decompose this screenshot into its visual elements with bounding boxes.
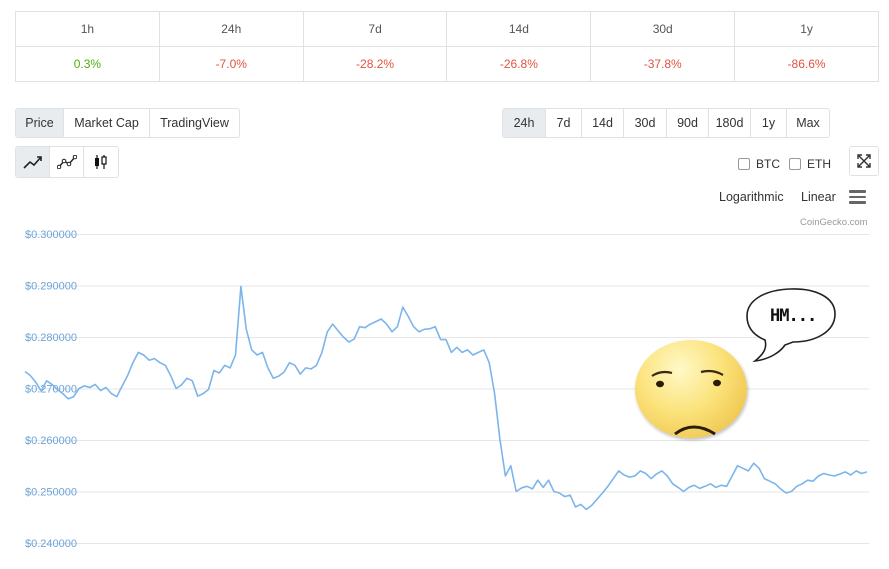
candlestick-icon — [95, 155, 107, 169]
compare-btc-label: BTC — [756, 157, 780, 171]
change-7d: -28.2% — [302, 46, 448, 82]
range-180d[interactable]: 180d — [709, 109, 751, 137]
y-tick-label: $0.290000 — [25, 281, 77, 293]
y-tick-label: $0.300000 — [25, 229, 77, 241]
logarithmic-scale-button[interactable]: Logarithmic — [719, 190, 784, 204]
period-24h: 24h — [158, 11, 304, 47]
range-14d[interactable]: 14d — [582, 109, 624, 137]
tab-market-cap[interactable]: Market Cap — [64, 109, 150, 137]
performance-header-row: 1h 24h 7d 14d 30d 1y — [15, 11, 879, 47]
performance-table: 1h 24h 7d 14d 30d 1y 0.3% -7.0% -28.2% -… — [15, 11, 879, 82]
range-1y[interactable]: 1y — [751, 109, 787, 137]
y-tick-label: $0.240000 — [25, 538, 77, 550]
line-chart-icon — [22, 156, 42, 169]
period-1h: 1h — [15, 11, 160, 47]
range-24h[interactable]: 24h — [503, 109, 546, 137]
line-chart-button[interactable] — [16, 147, 50, 177]
checkbox-box[interactable] — [789, 158, 801, 170]
change-1y: -86.6% — [734, 46, 879, 82]
price-chart[interactable]: $0.300000 $0.290000 $0.280000 $0.270000 $0.2… — [0, 220, 889, 569]
period-30d: 30d — [590, 11, 736, 47]
sad-face-icon — [651, 369, 724, 436]
checkbox-box[interactable] — [738, 158, 750, 170]
bubble-text: HM... — [770, 306, 817, 326]
speech-bubble — [746, 288, 836, 363]
y-tick-label: $0.280000 — [25, 332, 77, 344]
period-1y: 1y — [734, 11, 879, 47]
point-line-icon — [56, 155, 77, 169]
change-1h: 0.3% — [15, 46, 160, 82]
range-7d[interactable]: 7d — [546, 109, 582, 137]
y-axis-labels: $0.300000 $0.290000 $0.280000 $0.270000 $0.2… — [25, 229, 77, 550]
change-14d: -26.8% — [446, 46, 592, 82]
sad-face-emoji — [635, 340, 747, 438]
tab-tradingview[interactable]: TradingView — [150, 109, 239, 137]
hamburger-menu-icon[interactable] — [849, 190, 866, 204]
chart-view-tabs: Price Market Cap TradingView — [15, 108, 240, 138]
performance-values-row: 0.3% -7.0% -28.2% -26.8% -37.8% -86.6% — [15, 46, 879, 82]
fullscreen-button[interactable] — [849, 146, 879, 176]
point-line-chart-button[interactable] — [50, 147, 84, 177]
period-7d: 7d — [302, 11, 448, 47]
change-30d: -37.8% — [590, 46, 736, 82]
range-30d[interactable]: 30d — [624, 109, 667, 137]
range-90d[interactable]: 90d — [667, 109, 709, 137]
chart-type-selector — [15, 146, 119, 178]
tab-price[interactable]: Price — [16, 109, 64, 137]
time-range-selector: 24h 7d 14d 30d 90d 180d 1y Max — [502, 108, 830, 138]
compare-eth-checkbox[interactable]: ETH — [789, 157, 831, 171]
change-24h: -7.0% — [158, 46, 304, 82]
y-tick-label: $0.250000 — [25, 487, 77, 499]
range-max[interactable]: Max — [787, 109, 829, 137]
compare-eth-label: ETH — [807, 157, 831, 171]
expand-icon — [857, 154, 871, 168]
period-14d: 14d — [446, 11, 592, 47]
candlestick-chart-button[interactable] — [84, 147, 118, 177]
y-tick-label: $0.270000 — [25, 384, 77, 396]
y-tick-label: $0.260000 — [25, 435, 77, 447]
linear-scale-button[interactable]: Linear — [801, 190, 836, 204]
compare-btc-checkbox[interactable]: BTC — [738, 157, 780, 171]
